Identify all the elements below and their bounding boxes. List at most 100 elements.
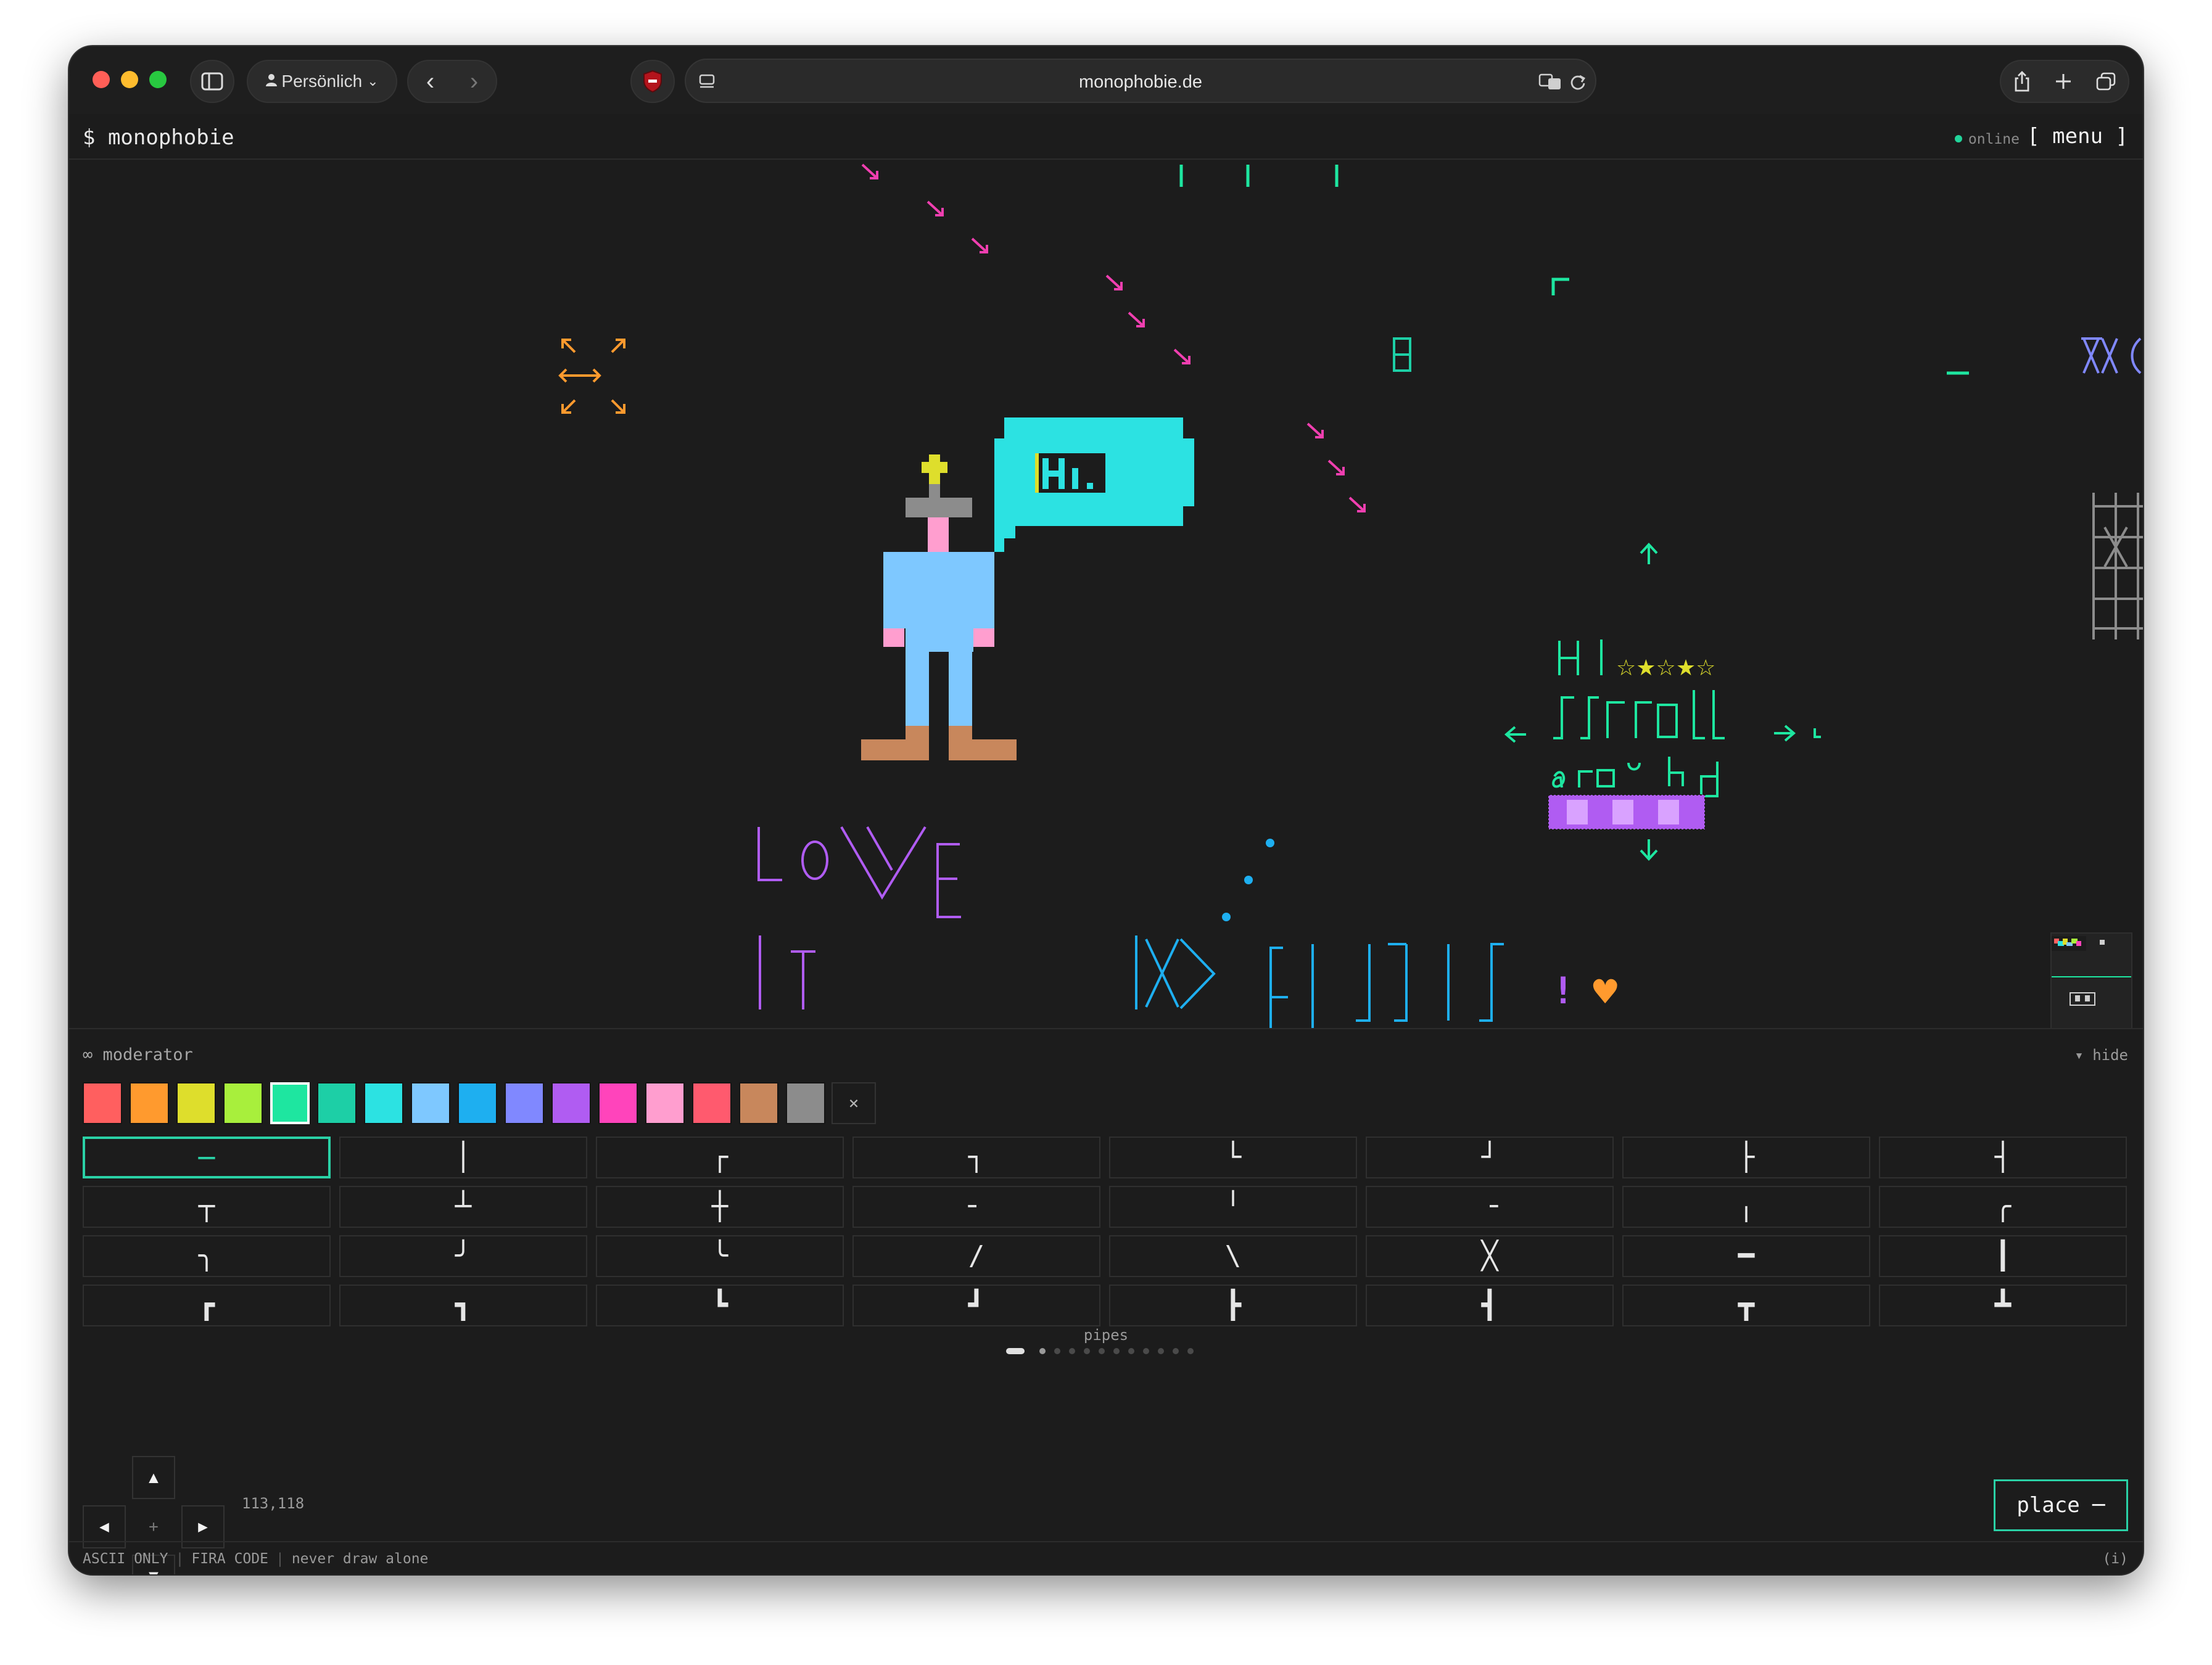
- status-label: online: [1968, 131, 2020, 147]
- glyph-cell[interactable]: ┬: [83, 1186, 331, 1228]
- glyph-cell[interactable]: ╭: [1879, 1186, 2127, 1228]
- glyph-cell[interactable]: ━: [1622, 1235, 1870, 1277]
- glyph-cell[interactable]: ╰: [596, 1235, 844, 1277]
- back-icon[interactable]: ‹: [426, 68, 434, 96]
- page-dot[interactable]: [1006, 1348, 1025, 1354]
- zoom-window-button[interactable]: [149, 71, 167, 88]
- color-swatch[interactable]: [598, 1082, 638, 1124]
- glyph-cell[interactable]: ┓: [339, 1285, 587, 1326]
- heart-icon: ♥: [1590, 972, 1620, 1011]
- page-dot[interactable]: [1084, 1348, 1090, 1354]
- glyph-cell[interactable]: │: [339, 1137, 587, 1178]
- color-swatch[interactable]: [505, 1082, 544, 1124]
- page-dot[interactable]: [1099, 1348, 1105, 1354]
- glyph-cell[interactable]: ╶: [1366, 1186, 1614, 1228]
- drawing-canvas[interactable]: ! ♥ ☆★☆★☆: [69, 160, 2143, 1028]
- info-button[interactable]: (i): [2102, 1551, 2128, 1567]
- online-dot-icon: [1954, 135, 1962, 142]
- reload-icon[interactable]: [1569, 73, 1587, 91]
- color-swatch[interactable]: [786, 1082, 825, 1124]
- color-swatch[interactable]: [458, 1082, 497, 1124]
- color-swatch[interactable]: [317, 1082, 357, 1124]
- forward-icon[interactable]: ›: [470, 68, 478, 96]
- glyph-cell[interactable]: ╴: [852, 1186, 1100, 1228]
- glyph-cell[interactable]: ┼: [596, 1186, 844, 1228]
- close-window-button[interactable]: [93, 71, 110, 88]
- status-indicator: online: [1954, 131, 2020, 147]
- tab-overview-icon[interactable]: [2095, 72, 2116, 91]
- glyph-cell[interactable]: ┻: [1879, 1285, 2127, 1326]
- page-dot[interactable]: [1143, 1348, 1149, 1354]
- clear-color-button[interactable]: ×: [832, 1082, 876, 1124]
- page-dot[interactable]: [1069, 1348, 1075, 1354]
- glyph-cell[interactable]: ┫: [1366, 1285, 1614, 1326]
- sidebar-toggle-button[interactable]: [190, 60, 234, 103]
- glyph-cell[interactable]: ╵: [1109, 1186, 1357, 1228]
- color-swatch[interactable]: [130, 1082, 169, 1124]
- hide-panel-button[interactable]: ▾ hide: [2074, 1046, 2128, 1064]
- glyph-cell[interactable]: ╯: [339, 1235, 587, 1277]
- minimap[interactable]: [2050, 932, 2132, 1028]
- glyph-cell[interactable]: ┗: [596, 1285, 844, 1326]
- share-icon[interactable]: [2013, 70, 2031, 92]
- page-dot[interactable]: [1039, 1348, 1046, 1354]
- translate-icon[interactable]: [1538, 72, 1563, 92]
- glyph-cell[interactable]: /: [852, 1235, 1100, 1277]
- place-button[interactable]: place ─: [1994, 1479, 2128, 1531]
- color-swatch[interactable]: [692, 1082, 732, 1124]
- glyph-cell[interactable]: ┘: [1366, 1137, 1614, 1178]
- url-text: monophobie.de: [1079, 72, 1202, 92]
- glyph-cell[interactable]: ┣: [1109, 1285, 1357, 1326]
- color-swatch[interactable]: [176, 1082, 216, 1124]
- xx-art: [2081, 337, 2142, 374]
- glyph-cell[interactable]: ┃: [1879, 1235, 2127, 1277]
- glyph-cell[interactable]: ├: [1622, 1137, 1870, 1178]
- blue-dots: [1222, 839, 1274, 921]
- purple-pattern: [1548, 794, 1706, 830]
- glyph-cell[interactable]: ┛: [852, 1285, 1100, 1326]
- color-swatch[interactable]: [364, 1082, 403, 1124]
- color-swatch[interactable]: [739, 1082, 778, 1124]
- glyph-cell[interactable]: ─: [83, 1137, 331, 1178]
- color-swatch[interactable]: [645, 1082, 685, 1124]
- pixel-character: [861, 454, 1017, 760]
- app-title: $ monophobie: [83, 125, 234, 150]
- glyph-cell[interactable]: ┏: [83, 1285, 331, 1326]
- color-swatch[interactable]: [83, 1082, 122, 1124]
- color-swatch[interactable]: [223, 1082, 263, 1124]
- address-bar[interactable]: monophobie.de: [685, 59, 1596, 103]
- page-dot[interactable]: [1128, 1348, 1134, 1354]
- page-dot[interactable]: [1173, 1348, 1179, 1354]
- menu-button[interactable]: [ menu ]: [2027, 124, 2128, 149]
- glyph-cell[interactable]: ┳: [1622, 1285, 1870, 1326]
- footer: ASCII ONLY | FIRA CODE | never draw alone (i…: [69, 1541, 2143, 1574]
- move-up-button[interactable]: ▲: [132, 1456, 175, 1499]
- color-swatch[interactable]: [551, 1082, 591, 1124]
- footer-item: ASCII ONLY: [83, 1551, 168, 1567]
- profile-button[interactable]: Persönlich ⌄: [247, 60, 397, 103]
- glyph-cell[interactable]: ╮: [83, 1235, 331, 1277]
- page-dot[interactable]: [1187, 1348, 1194, 1354]
- canvas-art: ! ♥ ☆★☆★☆: [558, 163, 2143, 1028]
- grey-grid: [2092, 493, 2143, 639]
- glyph-cell[interactable]: \: [1109, 1235, 1357, 1277]
- content-blocker-button[interactable]: [630, 60, 675, 103]
- page-dot[interactable]: [1158, 1348, 1164, 1354]
- page-dot[interactable]: [1054, 1348, 1060, 1354]
- glyph-cell[interactable]: ┤: [1879, 1137, 2127, 1178]
- minimap-preview: [2052, 936, 2131, 1006]
- color-swatch[interactable]: [268, 1080, 312, 1126]
- page-dot[interactable]: [1113, 1348, 1120, 1354]
- glyph-cell[interactable]: ╷: [1622, 1186, 1870, 1228]
- new-tab-icon[interactable]: [2054, 72, 2073, 91]
- app-header: $ monophobie online [ menu ]: [69, 114, 2143, 160]
- glyph-cell[interactable]: ┴: [339, 1186, 587, 1228]
- glyph-cell[interactable]: ┌: [596, 1137, 844, 1178]
- love-art: [757, 826, 961, 1009]
- minimize-window-button[interactable]: [121, 71, 138, 88]
- glyph-cell[interactable]: ╳: [1366, 1235, 1614, 1277]
- color-swatch[interactable]: [411, 1082, 450, 1124]
- glyph-cell[interactable]: ┐: [852, 1137, 1100, 1178]
- browser-window: Persönlich ⌄ ‹ › monophobie.de $ monopho…: [69, 46, 2143, 1574]
- glyph-cell[interactable]: └: [1109, 1137, 1357, 1178]
